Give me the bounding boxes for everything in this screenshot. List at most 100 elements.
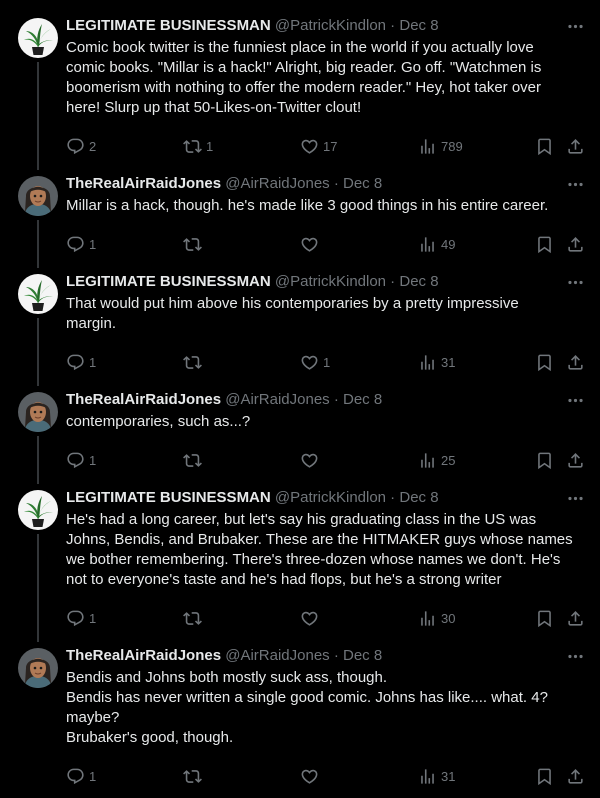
user-handle[interactable]: @AirRaidJones [225,391,329,408]
more-options-button[interactable] [566,174,586,194]
avatar[interactable] [18,176,58,216]
retweet-button[interactable]: 1 [183,136,213,156]
share-button[interactable] [566,136,585,156]
tweet-header: LEGITIMATE BUSINESSMAN @PatrickKindlon ·… [66,488,439,508]
reply-button[interactable]: 1 [66,766,96,786]
share-icon [568,138,583,154]
timestamp[interactable]: Dec 8 [399,489,438,506]
views-button[interactable]: 30 [418,608,455,628]
like-button[interactable] [300,450,323,470]
more-options-button[interactable] [566,488,586,508]
display-name[interactable]: TheRealAirRaidJones [66,175,221,192]
more-options-button[interactable] [566,272,586,292]
views-icon [421,236,434,252]
avatar[interactable] [18,392,58,432]
tweet-text-line: contemporaries, such as...? [66,413,251,430]
views-icon [421,138,434,154]
display-name[interactable]: LEGITIMATE BUSINESSMAN [66,489,271,506]
heart-icon [301,355,318,370]
timestamp[interactable]: Dec 8 [343,175,382,192]
tweet[interactable]: TheRealAirRaidJones @AirRaidJones · Dec … [0,174,600,272]
tweet-text-line: we bother remembering. There's three-doz… [66,551,561,568]
avatar[interactable] [18,490,58,530]
bookmark-button[interactable] [535,234,554,254]
tweet[interactable]: LEGITIMATE BUSINESSMAN @PatrickKindlon ·… [0,488,600,646]
tweet[interactable]: TheRealAirRaidJones @AirRaidJones · Dec … [0,646,600,798]
reply-button[interactable]: 1 [66,450,96,470]
tweet[interactable]: TheRealAirRaidJones @AirRaidJones · Dec … [0,390,600,488]
bookmark-icon [538,138,551,155]
bookmark-button[interactable] [535,352,554,372]
user-handle[interactable]: @PatrickKindlon [275,17,386,34]
avatar[interactable] [18,648,58,688]
user-handle[interactable]: @PatrickKindlon [275,273,386,290]
tweet-text-line: Johns, Bendis, and Brubaker. These are t… [66,531,573,548]
retweet-button[interactable] [183,352,206,372]
bookmark-button[interactable] [535,136,554,156]
tweet-text-line: maybe? [66,709,120,726]
bookmark-button[interactable] [535,450,554,470]
bookmark-icon [538,610,551,627]
like-button[interactable] [300,608,323,628]
timestamp[interactable]: Dec 8 [343,391,382,408]
like-button[interactable] [300,766,323,786]
like-button[interactable] [300,234,323,254]
reply-button[interactable]: 1 [66,608,96,628]
views-button[interactable]: 31 [418,352,455,372]
reply-button[interactable]: 2 [66,136,96,156]
retweet-icon [183,355,202,369]
reply-button[interactable]: 1 [66,234,96,254]
share-button[interactable] [566,608,585,628]
bookmark-button[interactable] [535,766,554,786]
user-handle[interactable]: @PatrickKindlon [275,489,386,506]
tweet-text: Bendis and Johns both mostly suck ass, t… [66,668,586,748]
tweet[interactable]: LEGITIMATE BUSINESSMAN @PatrickKindlon ·… [0,16,600,174]
retweet-button[interactable] [183,234,206,254]
share-button[interactable] [566,766,585,786]
retweet-button[interactable] [183,766,206,786]
bookmark-icon [538,768,551,785]
more-options-button[interactable] [566,390,586,410]
views-button[interactable]: 25 [418,450,455,470]
timestamp[interactable]: Dec 8 [343,647,382,664]
like-button[interactable]: 1 [300,352,330,372]
display-name[interactable]: LEGITIMATE BUSINESSMAN [66,17,271,34]
separator-dot: · [386,273,400,290]
tweet-header: TheRealAirRaidJones @AirRaidJones · Dec … [66,174,382,194]
more-options-button[interactable] [566,646,586,666]
share-button[interactable] [566,234,585,254]
views-count: 31 [441,354,456,370]
avatar[interactable] [18,18,58,58]
reply-icon [67,452,84,468]
display-name[interactable]: TheRealAirRaidJones [66,391,221,408]
tweet[interactable]: LEGITIMATE BUSINESSMAN @PatrickKindlon ·… [0,272,600,390]
views-count: 25 [441,452,456,468]
retweet-icon [183,453,202,467]
views-button[interactable]: 49 [418,234,455,254]
display-name[interactable]: TheRealAirRaidJones [66,647,221,664]
thread-line [37,436,39,484]
timestamp[interactable]: Dec 8 [399,17,438,34]
retweet-button[interactable] [183,450,206,470]
retweet-icon [183,769,202,783]
views-button[interactable]: 789 [418,136,463,156]
more-icon [568,24,583,28]
like-button[interactable]: 17 [300,136,337,156]
separator-dot: · [386,17,400,34]
retweet-button[interactable] [183,608,206,628]
reply-button[interactable]: 1 [66,352,96,372]
timestamp[interactable]: Dec 8 [399,273,438,290]
views-icon [421,610,434,626]
user-handle[interactable]: @AirRaidJones [225,175,329,192]
separator-dot: · [386,489,400,506]
user-handle[interactable]: @AirRaidJones [225,647,329,664]
share-button[interactable] [566,450,585,470]
display-name[interactable]: LEGITIMATE BUSINESSMAN [66,273,271,290]
views-button[interactable]: 31 [418,766,455,786]
retweet-icon [183,139,202,153]
bookmark-button[interactable] [535,608,554,628]
avatar[interactable] [18,274,58,314]
more-icon [568,398,583,402]
share-button[interactable] [566,352,585,372]
more-options-button[interactable] [566,16,586,36]
